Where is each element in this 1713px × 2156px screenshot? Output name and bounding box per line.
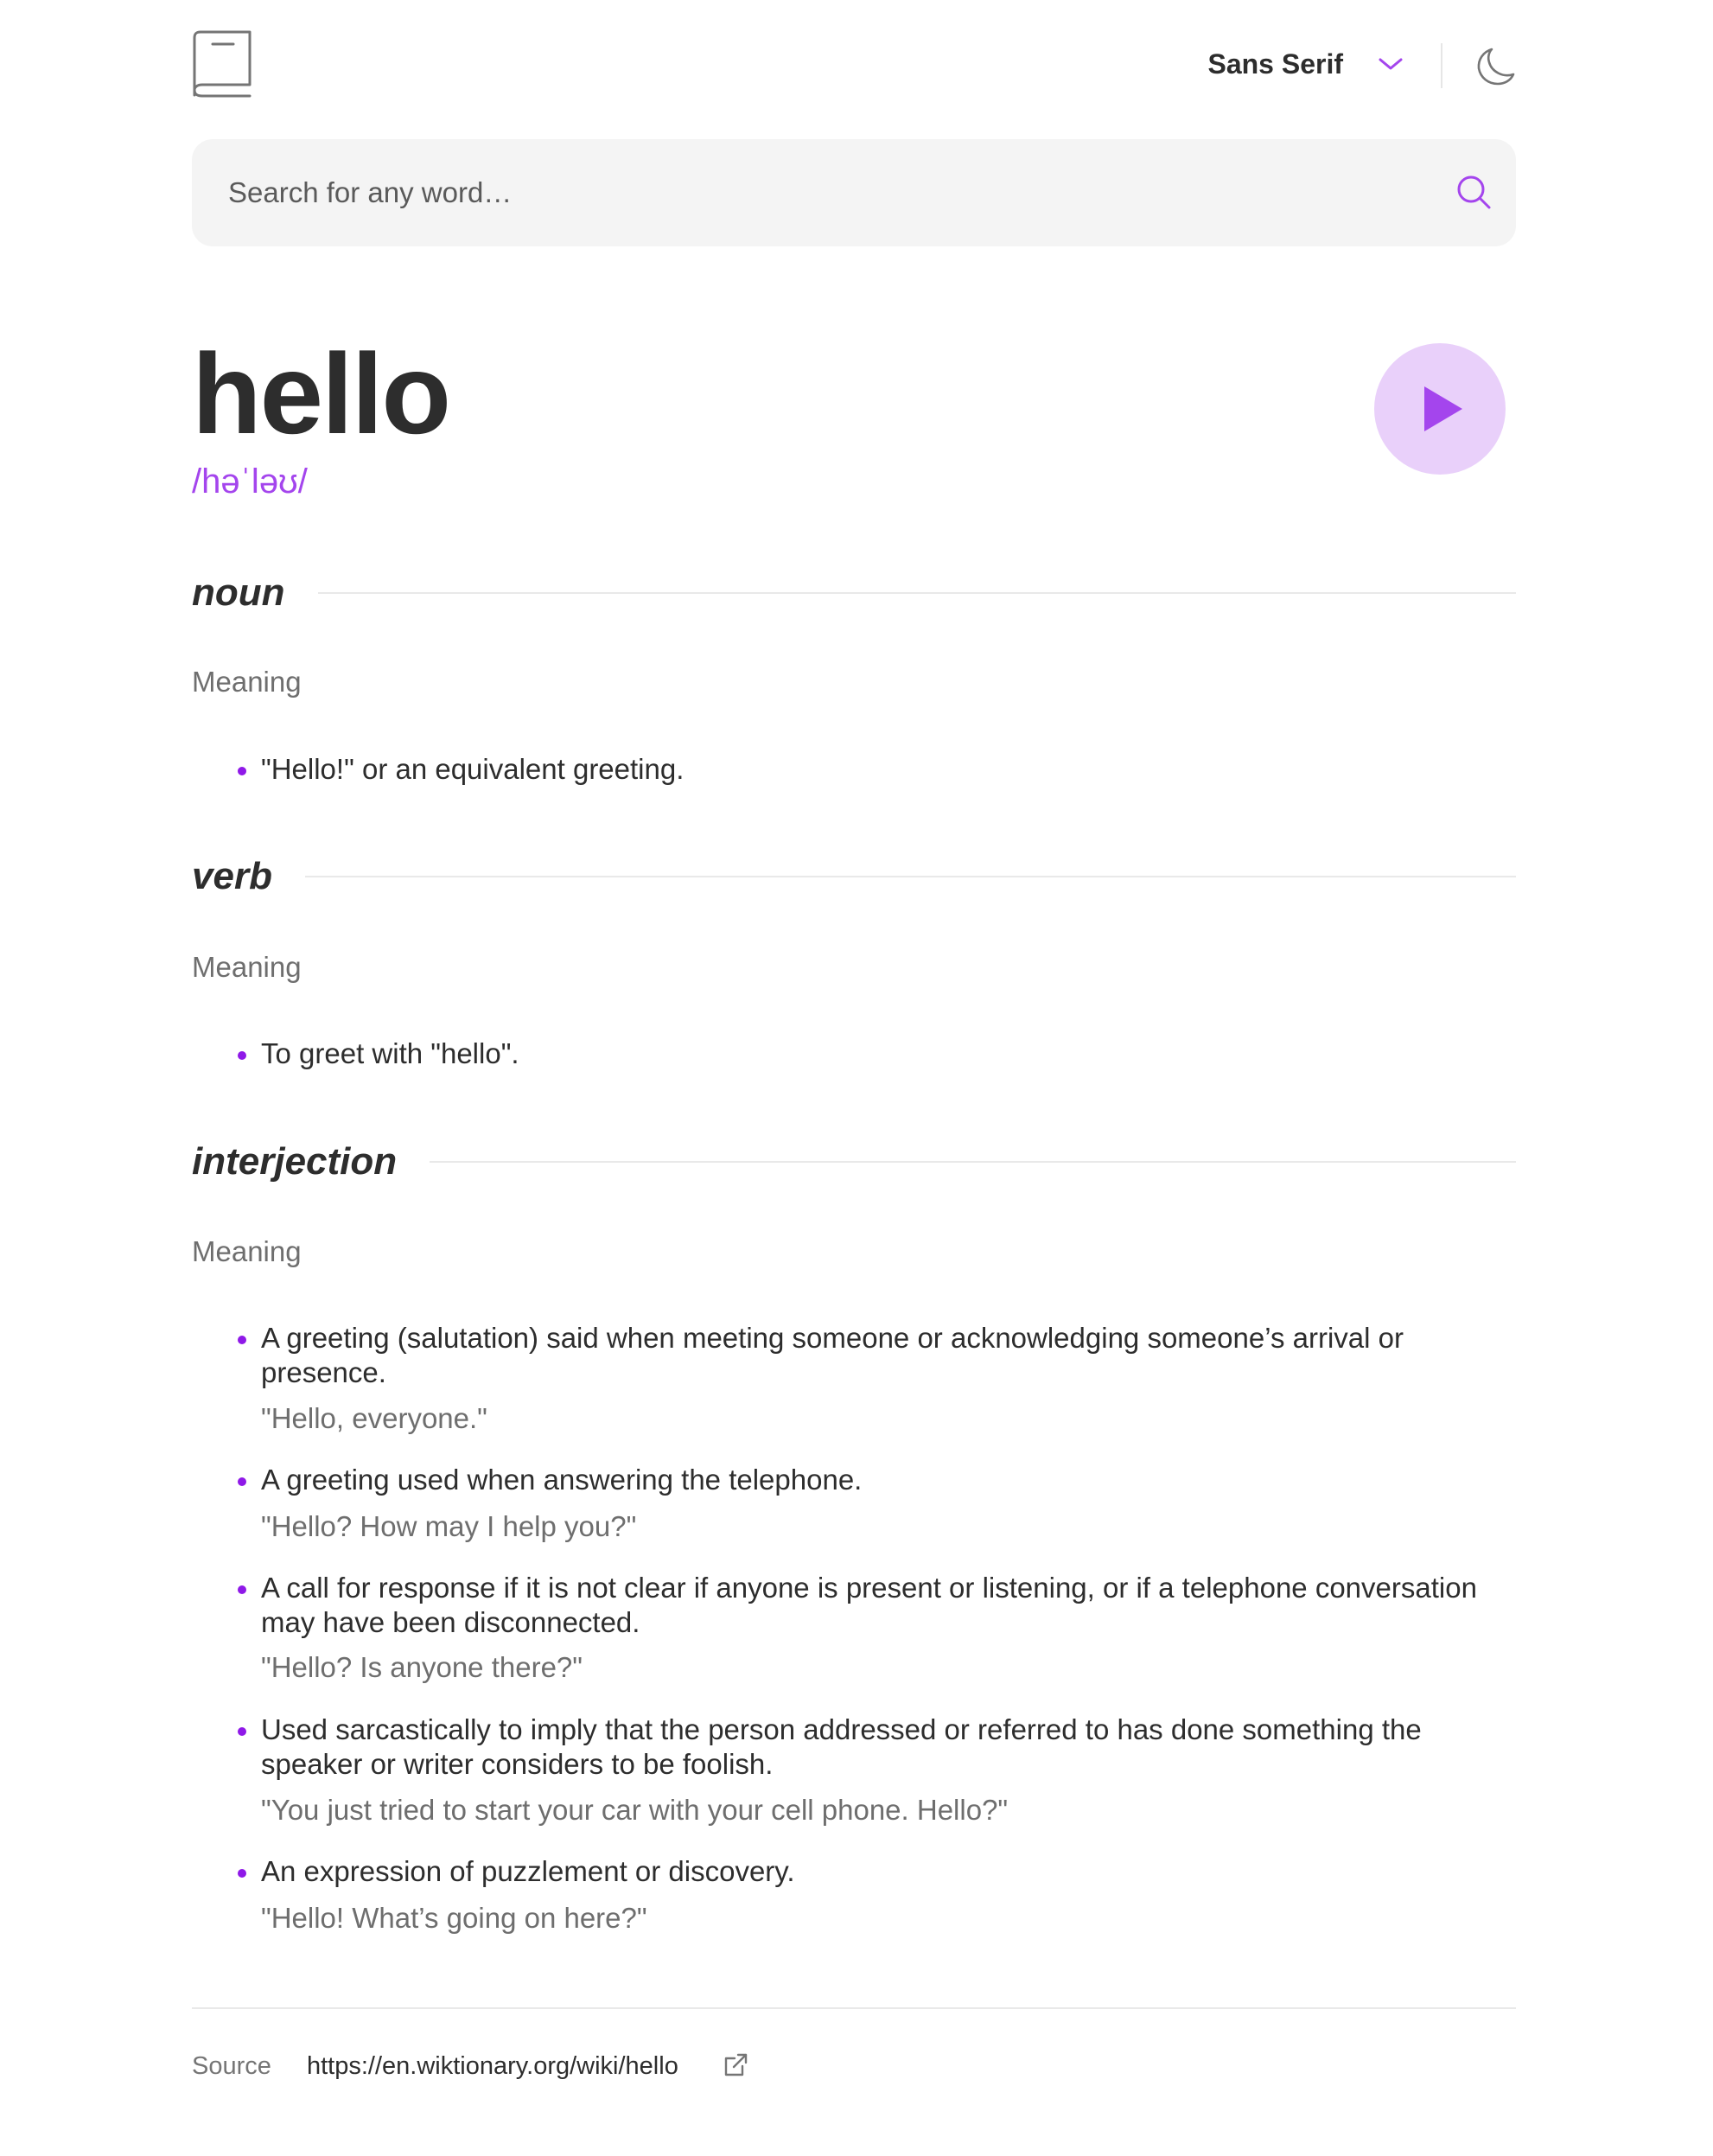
search-bar [192, 139, 1516, 246]
footer-divider [192, 2007, 1516, 2009]
bullet-icon [238, 1051, 246, 1060]
part-of-speech: interjection [192, 1140, 398, 1183]
part-of-speech: verb [192, 855, 272, 897]
bullet-icon [238, 1869, 246, 1878]
definition-example: "Hello, everyone." [261, 1402, 487, 1434]
bullet-icon [238, 767, 246, 775]
bullet-icon [238, 1477, 246, 1486]
page: Sans Serif hello /həˈləʊ/ [0, 0, 1713, 2156]
section-header-noun: noun [192, 567, 1516, 619]
source-link[interactable]: https://en.wiktionary.org/wiki/hello [307, 2049, 678, 2083]
search-input[interactable] [228, 139, 1421, 246]
section-divider [430, 1161, 1516, 1163]
source-label: Source [192, 2052, 271, 2080]
section-divider [304, 876, 1516, 877]
word-title: hello [192, 330, 451, 457]
header-divider [1441, 43, 1442, 88]
bullet-icon [238, 1336, 246, 1344]
search-icon[interactable] [1455, 174, 1492, 210]
definition-text: Used sarcastically to imply that the per… [261, 1713, 1422, 1780]
part-of-speech: noun [192, 571, 285, 614]
bullet-icon [238, 1585, 246, 1594]
definition-item: "Hello!" or an equivalent greeting. [238, 752, 1488, 787]
definition-text: A greeting used when answering the telep… [261, 1464, 863, 1496]
section-header-interjection: interjection [192, 1136, 1516, 1188]
moon-icon[interactable] [1476, 47, 1516, 86]
definition-text: To greet with "hello". [261, 1037, 519, 1069]
section-header-verb: verb [192, 851, 1516, 903]
phonetic: /həˈləʊ/ [192, 462, 308, 501]
definition-example: "Hello! What’s going on here?" [261, 1902, 647, 1934]
meaning-label: Meaning [192, 666, 302, 698]
definition-text: A call for response if it is not clear i… [261, 1572, 1477, 1638]
font-family-label: Sans Serif [1207, 48, 1343, 80]
definition-item: Used sarcastically to imply that the per… [238, 1713, 1488, 1782]
font-family-dropdown[interactable]: Sans Serif [1207, 47, 1404, 81]
definition-text: An expression of puzzlement or discovery… [261, 1855, 795, 1887]
definition-item: A greeting (salutation) said when meetin… [238, 1321, 1488, 1390]
definition-example: "Hello? Is anyone there?" [261, 1651, 583, 1683]
definition-item: To greet with "hello". [238, 1037, 1488, 1071]
bullet-icon [238, 1727, 246, 1736]
definition-item: A call for response if it is not clear i… [238, 1571, 1488, 1640]
meaning-label: Meaning [192, 951, 302, 983]
play-icon [1424, 386, 1462, 431]
definition-text: "Hello!" or an equivalent greeting. [261, 753, 685, 785]
chevron-down-icon [1379, 58, 1403, 70]
header: Sans Serif [192, 29, 1516, 99]
section-divider [317, 592, 1516, 594]
play-audio-button[interactable] [1374, 343, 1506, 475]
definition-item: A greeting used when answering the telep… [238, 1463, 1488, 1497]
definition-text: A greeting (salutation) said when meetin… [261, 1322, 1404, 1388]
definition-item: An expression of puzzlement or discovery… [238, 1854, 1488, 1889]
book-icon[interactable] [192, 29, 252, 99]
definition-example: "You just tried to start your car with y… [261, 1794, 1009, 1826]
meaning-label: Meaning [192, 1235, 302, 1267]
external-link-icon[interactable] [723, 2052, 748, 2078]
definition-example: "Hello? How may I help you?" [261, 1510, 637, 1542]
